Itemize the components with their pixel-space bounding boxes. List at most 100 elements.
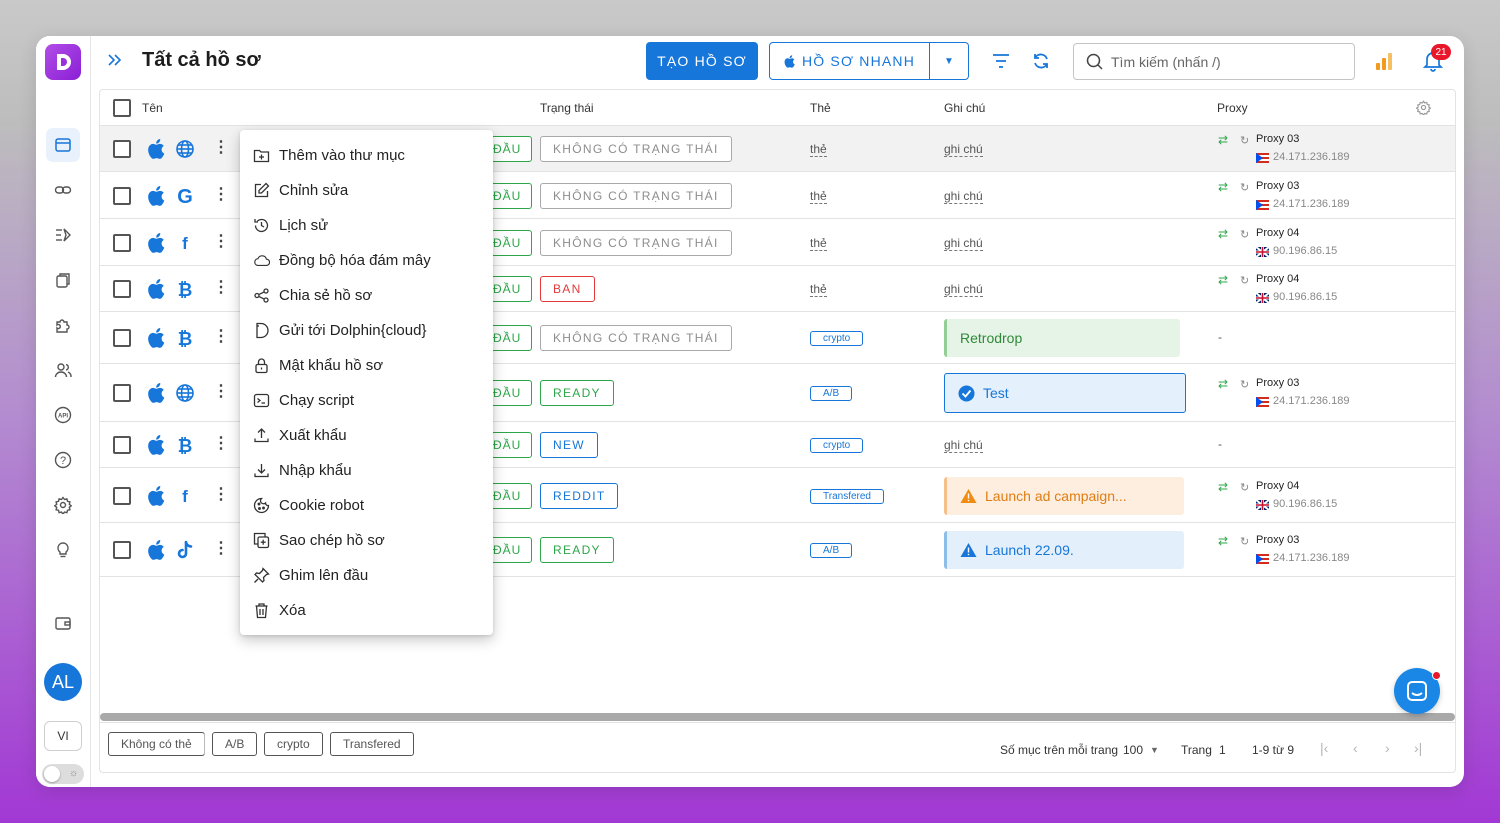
refresh-proxy-icon[interactable]: ↻ [1240, 228, 1249, 241]
search-box[interactable] [1073, 43, 1355, 80]
swap-icon[interactable]: ⇄ [1218, 227, 1228, 241]
language-switch[interactable]: VI [44, 721, 82, 751]
tag-link[interactable]: thẻ [810, 143, 827, 157]
menu-item[interactable]: Xuất khẩu [240, 418, 493, 453]
tag-chip[interactable]: crypto [810, 438, 864, 453]
row-menu-icon[interactable]: ⋮ [213, 384, 229, 400]
row-menu-icon[interactable]: ⋮ [213, 233, 229, 250]
row-menu-icon[interactable]: ⋮ [213, 280, 229, 296]
refresh-proxy-icon[interactable]: ↻ [1240, 181, 1249, 194]
note-link[interactable]: ghi chú [944, 189, 983, 204]
theme-toggle[interactable]: ☼ [42, 764, 84, 784]
avatar[interactable]: AL [44, 663, 82, 701]
tag-filter-chip[interactable]: crypto [264, 732, 323, 756]
swap-icon[interactable]: ⇄ [1218, 273, 1228, 287]
note-box[interactable]: Test [944, 373, 1186, 413]
menu-item[interactable]: Đồng bộ hóa đám mây [240, 243, 493, 278]
refresh-proxy-icon[interactable]: ↻ [1240, 535, 1249, 548]
tag-chip[interactable]: A/B [810, 386, 853, 401]
menu-item[interactable]: Gửi tới Dolphin{cloud} [240, 313, 493, 348]
quick-profile-main[interactable]: HỒ SƠ NHANH [770, 43, 930, 79]
quick-profile-dropdown[interactable]: ▼ [930, 43, 968, 79]
refresh-icon[interactable] [1031, 51, 1051, 76]
tag-chip[interactable]: Transfered [810, 488, 884, 504]
dolphin-logo-icon[interactable] [45, 44, 81, 80]
note-link[interactable]: ghi chú [944, 236, 983, 251]
menu-item[interactable]: Chỉnh sửa [240, 173, 493, 208]
row-checkbox[interactable] [113, 486, 131, 505]
tag-filter-chip[interactable]: Transfered [330, 732, 414, 756]
col-tags[interactable]: Thẻ [810, 101, 831, 115]
menu-item[interactable]: Chia sẻ hồ sơ [240, 278, 493, 313]
row-checkbox[interactable] [113, 280, 131, 298]
wallet-icon[interactable] [46, 606, 80, 640]
search-input[interactable] [1111, 53, 1331, 70]
automation-icon[interactable] [46, 218, 80, 252]
col-notes[interactable]: Ghi chú [944, 101, 985, 115]
menu-item[interactable]: Ghim lên đầu [240, 558, 493, 593]
refresh-proxy-icon[interactable]: ↻ [1240, 378, 1249, 391]
menu-item[interactable]: Xóa [240, 593, 493, 628]
tag-link[interactable]: thẻ [810, 236, 827, 251]
status-badge[interactable]: KHÔNG CÓ TRẠNG THÁI [540, 325, 732, 351]
menu-item[interactable]: Cookie robot [240, 488, 493, 523]
note-box[interactable]: Retrodrop [944, 319, 1180, 357]
api-icon[interactable]: API [46, 398, 80, 432]
row-checkbox[interactable] [113, 541, 131, 559]
col-proxy[interactable]: Proxy [1217, 101, 1248, 115]
extensions-icon[interactable] [46, 263, 80, 297]
refresh-proxy-icon[interactable]: ↻ [1240, 274, 1249, 287]
users-icon[interactable] [46, 353, 80, 387]
select-all-checkbox[interactable] [113, 99, 131, 117]
profiles-icon[interactable] [46, 128, 80, 162]
expand-sidebar-icon[interactable] [107, 52, 123, 73]
filter-icon[interactable] [991, 51, 1011, 76]
menu-item[interactable]: Lịch sử [240, 208, 493, 243]
row-menu-icon[interactable]: ⋮ [213, 186, 229, 203]
caret-down-icon[interactable]: ▼ [1150, 745, 1159, 755]
signal-strength-icon[interactable] [1375, 52, 1393, 75]
last-page-icon[interactable]: ›| [1414, 740, 1422, 756]
swap-icon[interactable]: ⇄ [1218, 377, 1228, 391]
menu-item[interactable]: Thêm vào thư mục [240, 138, 493, 173]
status-badge[interactable]: KHÔNG CÓ TRẠNG THÁI [540, 136, 732, 162]
row-checkbox[interactable] [113, 436, 131, 454]
row-checkbox[interactable] [113, 384, 131, 402]
link-icon[interactable] [46, 173, 80, 207]
status-badge[interactable]: REDDIT [540, 482, 619, 509]
col-name[interactable]: Tên [142, 101, 163, 115]
status-badge[interactable]: KHÔNG CÓ TRẠNG THÁI [540, 182, 732, 209]
page-number[interactable]: 1 [1219, 743, 1226, 757]
row-menu-icon[interactable]: ⋮ [213, 541, 229, 557]
tag-filter-chip[interactable]: A/B [212, 732, 258, 756]
tag-link[interactable]: thẻ [810, 189, 827, 204]
row-menu-icon[interactable]: ⋮ [213, 140, 229, 156]
help-icon[interactable]: ? [46, 443, 80, 477]
horizontal-scrollbar[interactable] [100, 713, 1455, 721]
swap-icon[interactable]: ⇄ [1218, 534, 1228, 548]
menu-item[interactable]: Nhập khẩu [240, 453, 493, 488]
next-page-icon[interactable]: › [1385, 740, 1390, 756]
status-badge[interactable]: READY [540, 537, 614, 563]
column-settings-icon[interactable] [1415, 100, 1432, 118]
note-link[interactable]: ghi chú [944, 283, 983, 297]
row-checkbox[interactable] [113, 233, 131, 252]
row-checkbox[interactable] [113, 186, 131, 205]
puzzle-icon[interactable] [46, 308, 80, 342]
lightbulb-icon[interactable] [46, 533, 80, 567]
refresh-proxy-icon[interactable]: ↻ [1240, 134, 1249, 147]
create-profile-button[interactable]: TẠO HỒ SƠ [646, 42, 758, 80]
status-badge[interactable]: BAN [540, 276, 595, 302]
menu-item[interactable]: Mật khẩu hồ sơ [240, 348, 493, 383]
settings-icon[interactable] [46, 488, 80, 522]
refresh-proxy-icon[interactable]: ↻ [1240, 481, 1249, 494]
note-link[interactable]: ghi chú [944, 143, 983, 157]
menu-item[interactable]: Sao chép hồ sơ [240, 523, 493, 558]
row-menu-icon[interactable]: ⋮ [213, 329, 229, 345]
menu-item[interactable]: Chạy script [240, 383, 493, 418]
first-page-icon[interactable]: |‹ [1320, 740, 1328, 756]
row-checkbox[interactable] [113, 329, 131, 347]
note-box[interactable]: Launch ad campaign... [944, 476, 1184, 515]
row-menu-icon[interactable]: ⋮ [213, 436, 229, 452]
row-menu-icon[interactable]: ⋮ [213, 486, 229, 503]
